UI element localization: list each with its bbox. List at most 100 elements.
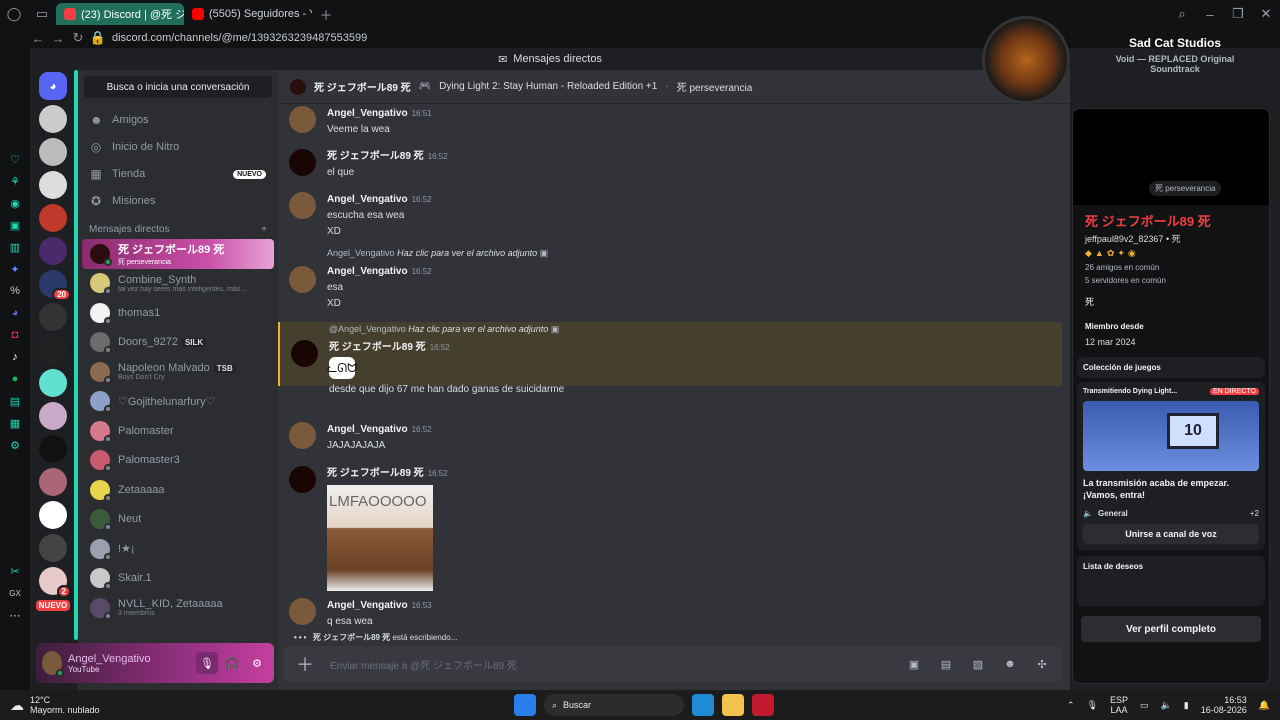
chat-message[interactable]: 死 ジェフボール89 死 16:52 LMFAOOOOO bbox=[278, 464, 1062, 591]
dm-item[interactable]: !★¡ bbox=[82, 534, 274, 564]
chat-recipient[interactable]: 死 ジェフボール89 死 bbox=[314, 79, 411, 94]
battery-icon[interactable]: ▮ bbox=[1184, 700, 1189, 711]
server-icon[interactable] bbox=[39, 402, 67, 430]
message-author[interactable]: Angel_Vengativo bbox=[327, 194, 408, 205]
chat-message[interactable]: Angel_Vengativo Haz clic para ver el arc… bbox=[278, 248, 1062, 309]
instagram-icon[interactable]: ◘ bbox=[0, 324, 30, 346]
percent-icon[interactable]: % bbox=[0, 280, 30, 302]
message-image[interactable]: LMFAOOOOO bbox=[327, 485, 433, 591]
server-icon[interactable]: 2 bbox=[39, 567, 71, 598]
dm-item[interactable]: Palomaster bbox=[82, 416, 274, 446]
gift-icon[interactable]: ▥ bbox=[0, 236, 30, 258]
chat-message[interactable]: Angel_Vengativo 16:53 q esa wea bbox=[278, 596, 1062, 627]
games-card[interactable]: Colección de juegos bbox=[1077, 357, 1265, 378]
message-author[interactable]: 死 ジェフボール89 死 bbox=[329, 342, 426, 353]
server-icon[interactable] bbox=[39, 369, 67, 397]
avatar[interactable] bbox=[42, 651, 64, 677]
gx-icon[interactable]: GX bbox=[0, 582, 30, 604]
chat-message[interactable]: @Angel_Vengativo Haz clic para ver el ar… bbox=[278, 322, 1062, 395]
message-author[interactable]: 死 ジェフボール89 死 bbox=[327, 151, 424, 162]
join-voice-button[interactable]: Unirse a canal de voz bbox=[1083, 524, 1259, 545]
dm-item[interactable]: Skair.1 bbox=[82, 564, 274, 594]
server-icon[interactable] bbox=[39, 138, 67, 166]
maximize-icon[interactable]: ❐ bbox=[1224, 0, 1252, 28]
avatar[interactable] bbox=[289, 106, 316, 133]
server-icon[interactable] bbox=[39, 501, 67, 529]
opera-gx-icon[interactable] bbox=[752, 694, 774, 716]
url-text[interactable]: discord.com/channels/@me/139326323948755… bbox=[112, 32, 367, 44]
dm-item[interactable]: 死 ジェフボール89 死 死 perseverancia bbox=[82, 239, 274, 269]
nav-friends[interactable]: ☻ Amigos bbox=[78, 107, 278, 133]
tiktok-icon[interactable]: ♪ bbox=[0, 346, 30, 368]
avatar[interactable] bbox=[289, 422, 316, 449]
mutual-servers[interactable]: 5 servidores en común bbox=[1085, 276, 1257, 285]
bag-icon[interactable]: ⚘ bbox=[0, 170, 30, 192]
server-icon[interactable] bbox=[39, 204, 67, 232]
apps-icon[interactable]: ✣ bbox=[1034, 656, 1050, 672]
edge-icon[interactable] bbox=[692, 694, 714, 716]
discord-icon[interactable]: ◕ bbox=[0, 302, 30, 324]
new-tab-icon[interactable]: ＋ bbox=[312, 0, 340, 28]
message-author[interactable]: Angel_Vengativo bbox=[327, 424, 408, 435]
emoji-icon[interactable]: ☻ bbox=[1002, 656, 1018, 672]
avatar[interactable] bbox=[289, 192, 316, 219]
taskbar-search[interactable]: ⌕ Buscar bbox=[544, 694, 684, 716]
avatar[interactable] bbox=[289, 598, 316, 625]
user-settings-icon[interactable]: ⚙ bbox=[246, 652, 268, 674]
mute-mic-icon[interactable]: 🎙 bbox=[196, 652, 218, 674]
window-icon[interactable]: ▣ bbox=[0, 214, 30, 236]
eye-icon[interactable]: ◉ bbox=[0, 192, 30, 214]
chevron-up-icon[interactable]: ⌃ bbox=[1067, 700, 1075, 711]
windows-start-icon[interactable] bbox=[514, 694, 536, 716]
language-indicator[interactable]: ESP bbox=[1110, 695, 1128, 705]
server-icon[interactable] bbox=[39, 336, 67, 364]
server-icon[interactable] bbox=[39, 105, 67, 133]
message-author[interactable]: Angel_Vengativo bbox=[327, 600, 408, 611]
chat-message[interactable]: Angel_Vengativo 16:52 escucha esa wea XD bbox=[278, 190, 1062, 237]
nav-shop[interactable]: ▦ Tienda NUEVO bbox=[78, 161, 278, 187]
pin-icon[interactable]: ✂ bbox=[0, 560, 30, 582]
dm-item[interactable]: Doors_9272 SILK bbox=[82, 328, 274, 358]
dm-item[interactable]: Neut bbox=[82, 505, 274, 535]
message-author[interactable]: Angel_Vengativo bbox=[327, 266, 408, 277]
settings-icon[interactable]: ⚙ bbox=[0, 434, 30, 456]
notification-icon[interactable]: 🔔 bbox=[1259, 700, 1270, 711]
nav-quests[interactable]: ✪ Misiones bbox=[78, 188, 278, 214]
voice-channel-name[interactable]: General bbox=[1098, 509, 1128, 518]
message-author[interactable]: 死 ジェフボール89 死 bbox=[327, 468, 424, 479]
avatar[interactable] bbox=[291, 340, 318, 367]
file-explorer-icon[interactable] bbox=[722, 694, 744, 716]
clock-time[interactable]: 16:53 bbox=[1224, 695, 1247, 705]
gift-icon[interactable]: ▣ bbox=[906, 656, 922, 672]
nav-nitro[interactable]: ◎ Inicio de Nitro bbox=[78, 134, 278, 160]
tab-youtube[interactable]: (5505) Seguidores - YouTu bbox=[184, 3, 312, 25]
message-author[interactable]: Angel_Vengativo bbox=[327, 108, 408, 119]
server-icon[interactable] bbox=[39, 237, 67, 265]
mutual-friends[interactable]: 26 amigos en común bbox=[1085, 263, 1257, 272]
view-full-profile-button[interactable]: Ver perfil completo bbox=[1081, 616, 1261, 643]
chat-message[interactable]: Angel_Vengativo 16:52 JAJAJAJAJA bbox=[278, 420, 1062, 451]
dm-item[interactable]: ♡Gojithelunarfury♡ bbox=[82, 387, 274, 417]
avatar[interactable] bbox=[289, 149, 316, 176]
tab-discord[interactable]: (23) Discord | @死 ジェフボー bbox=[56, 3, 184, 25]
dm-item[interactable]: Napoleon Malvado TSB Boys Don't Cry bbox=[82, 357, 274, 387]
create-dm-icon[interactable]: + bbox=[261, 224, 267, 235]
chat-message[interactable]: 死 ジェフボール89 死 16:52 el que bbox=[278, 147, 1062, 178]
close-icon[interactable]: ✕ bbox=[1252, 0, 1280, 28]
dm-item[interactable]: Palomaster3 bbox=[82, 446, 274, 476]
forward-icon[interactable]: → bbox=[48, 31, 68, 46]
server-icon[interactable] bbox=[39, 468, 67, 496]
ai-icon[interactable]: ✦ bbox=[0, 258, 30, 280]
minimize-icon[interactable]: – bbox=[1196, 0, 1224, 28]
reload-icon[interactable]: ↻ bbox=[68, 30, 88, 46]
server-icon[interactable] bbox=[39, 534, 67, 562]
server-icon[interactable] bbox=[39, 171, 67, 199]
server-icon[interactable] bbox=[39, 435, 67, 463]
tab-menu-icon[interactable]: ▭ bbox=[28, 0, 56, 28]
opera-logo-icon[interactable]: ◯ bbox=[0, 0, 28, 28]
headphones-icon[interactable]: 🎧 bbox=[221, 652, 243, 674]
avatar[interactable] bbox=[289, 466, 316, 493]
dm-item[interactable]: Zetaaaaa bbox=[82, 475, 274, 505]
search-icon[interactable]: ⌕ bbox=[1168, 0, 1196, 28]
heart-icon[interactable]: ♡ bbox=[0, 148, 30, 170]
